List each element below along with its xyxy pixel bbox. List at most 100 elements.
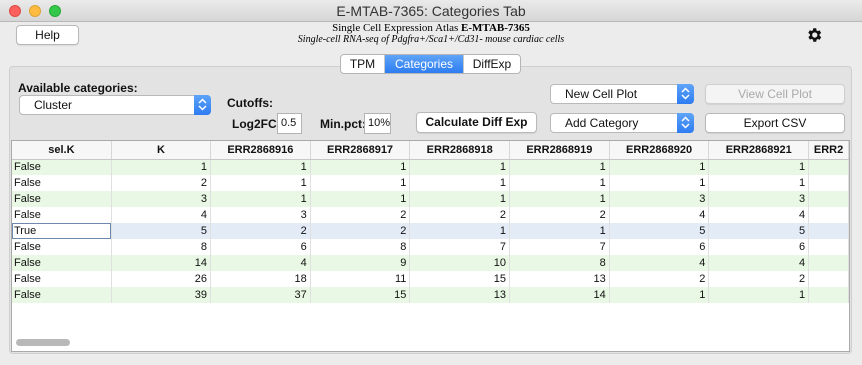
table-cell[interactable]: 15 <box>409 271 511 287</box>
tab-categories[interactable]: Categories <box>385 55 464 73</box>
table-cell[interactable]: 2 <box>409 207 511 223</box>
table-cell[interactable]: 18 <box>210 271 311 287</box>
column-header[interactable]: ERR2868921 <box>708 141 810 160</box>
table-cell[interactable]: 3 <box>708 191 810 207</box>
table-cell[interactable] <box>808 287 849 303</box>
gear-icon[interactable] <box>805 26 823 44</box>
table-cell[interactable]: 1 <box>111 159 212 175</box>
table-cell[interactable]: 1 <box>210 175 311 191</box>
column-header[interactable]: ERR2 <box>808 141 849 160</box>
table-cell[interactable]: 5 <box>708 223 810 239</box>
table-row[interactable]: False 3 1 1 1 1 3 3 <box>12 191 849 207</box>
table-cell[interactable]: 4 <box>708 207 810 223</box>
table-cell[interactable]: 14 <box>509 287 610 303</box>
table-cell[interactable]: False <box>12 239 112 255</box>
horizontal-scrollbar[interactable] <box>16 339 70 346</box>
table-row[interactable]: False 39 37 15 13 14 1 1 <box>12 287 849 303</box>
table-cell[interactable]: 1 <box>210 191 311 207</box>
table-cell[interactable]: 8 <box>310 239 411 255</box>
table-cell[interactable]: 2 <box>310 207 411 223</box>
table-cell[interactable]: 8 <box>111 239 212 255</box>
table-cell[interactable]: 1 <box>409 191 511 207</box>
export-csv-button[interactable]: Export CSV <box>705 113 845 133</box>
table-cell[interactable] <box>808 271 849 287</box>
table-cell[interactable] <box>808 159 849 175</box>
table-cell[interactable]: 1 <box>509 223 610 239</box>
table-cell[interactable]: 10 <box>409 255 511 271</box>
table-cell[interactable]: 3 <box>609 191 710 207</box>
table-cell[interactable]: False <box>12 287 112 303</box>
column-header[interactable]: ERR2868920 <box>609 141 710 160</box>
table-cell[interactable]: 15 <box>310 287 411 303</box>
table-cell[interactable]: 3 <box>210 207 311 223</box>
table-cell[interactable]: 1 <box>310 175 411 191</box>
table-cell[interactable] <box>808 175 849 191</box>
table-cell[interactable]: 2 <box>111 175 212 191</box>
column-header[interactable]: ERR2868918 <box>409 141 511 160</box>
table-cell[interactable] <box>808 191 849 207</box>
category-table[interactable]: sel.K K ERR2868916 ERR2868917 ERR2868918 ERR2… <box>11 140 850 352</box>
table-cell[interactable]: 1 <box>210 159 311 175</box>
table-cell[interactable]: 7 <box>409 239 511 255</box>
table-cell[interactable]: 6 <box>708 239 810 255</box>
column-header[interactable]: ERR2868917 <box>310 141 411 160</box>
table-cell[interactable]: 1 <box>708 159 810 175</box>
column-header[interactable]: K <box>111 141 212 160</box>
table-row[interactable]: False 2 1 1 1 1 1 1 <box>12 175 849 191</box>
table-cell[interactable]: 1 <box>409 175 511 191</box>
table-cell[interactable]: 8 <box>509 255 610 271</box>
table-cell[interactable]: 1 <box>409 159 511 175</box>
table-cell[interactable]: 2 <box>708 271 810 287</box>
table-cell[interactable]: 4 <box>609 255 710 271</box>
tab-tpm[interactable]: TPM <box>341 55 385 73</box>
column-header[interactable]: ERR2868916 <box>210 141 311 160</box>
table-cell[interactable]: 7 <box>509 239 610 255</box>
table-cell[interactable]: 26 <box>111 271 212 287</box>
table-cell[interactable]: 1 <box>310 159 411 175</box>
log2fc-input[interactable]: 0.5 <box>277 113 302 134</box>
table-cell[interactable]: 1 <box>609 287 710 303</box>
table-cell[interactable] <box>808 239 849 255</box>
view-cell-plot-button[interactable]: View Cell Plot <box>705 84 845 104</box>
table-cell[interactable] <box>808 255 849 271</box>
add-category-select[interactable]: Add Category <box>550 113 694 133</box>
table-row[interactable]: False 26 18 11 15 13 2 2 <box>12 271 849 287</box>
table-cell[interactable]: 13 <box>409 287 511 303</box>
table-row[interactable]: False 14 4 9 10 8 4 4 <box>12 255 849 271</box>
table-cell[interactable]: 1 <box>609 159 710 175</box>
table-cell[interactable]: 4 <box>609 207 710 223</box>
table-row[interactable]: False 4 3 2 2 2 4 4 <box>12 207 849 223</box>
tab-diffexp[interactable]: DiffExp <box>464 55 520 73</box>
table-cell[interactable]: 2 <box>310 223 411 239</box>
table-cell[interactable]: 2 <box>210 223 311 239</box>
table-cell[interactable]: 6 <box>210 239 311 255</box>
column-header[interactable]: sel.K <box>12 141 112 160</box>
table-cell[interactable]: 4 <box>111 207 212 223</box>
table-cell[interactable]: 4 <box>210 255 311 271</box>
table-cell[interactable]: False <box>12 207 112 223</box>
table-cell[interactable]: False <box>12 271 112 287</box>
table-cell[interactable] <box>808 223 849 239</box>
table-row[interactable]: False 8 6 8 7 7 6 6 <box>12 239 849 255</box>
table-cell[interactable]: 5 <box>609 223 710 239</box>
table-cell[interactable]: True <box>12 223 112 239</box>
table-cell[interactable]: False <box>12 159 112 175</box>
calculate-diff-exp-button[interactable]: Calculate Diff Exp <box>416 112 537 133</box>
new-cell-plot-select[interactable]: New Cell Plot <box>550 84 694 104</box>
table-cell[interactable]: 1 <box>708 287 810 303</box>
table-cell[interactable]: 39 <box>111 287 212 303</box>
table-cell[interactable]: 1 <box>509 159 610 175</box>
table-cell[interactable]: 2 <box>609 271 710 287</box>
table-cell[interactable]: 4 <box>708 255 810 271</box>
table-row[interactable]: True 5 2 2 1 1 5 5 <box>12 223 849 239</box>
table-cell[interactable]: 1 <box>509 191 610 207</box>
table-cell[interactable]: 14 <box>111 255 212 271</box>
table-cell[interactable]: 1 <box>409 223 511 239</box>
table-cell[interactable]: False <box>12 191 112 207</box>
table-cell[interactable]: False <box>12 255 112 271</box>
table-cell[interactable]: 13 <box>509 271 610 287</box>
table-cell[interactable]: 1 <box>310 191 411 207</box>
table-cell[interactable]: 1 <box>609 175 710 191</box>
table-row[interactable]: False 1 1 1 1 1 1 1 <box>12 159 849 175</box>
table-cell[interactable]: 3 <box>111 191 212 207</box>
